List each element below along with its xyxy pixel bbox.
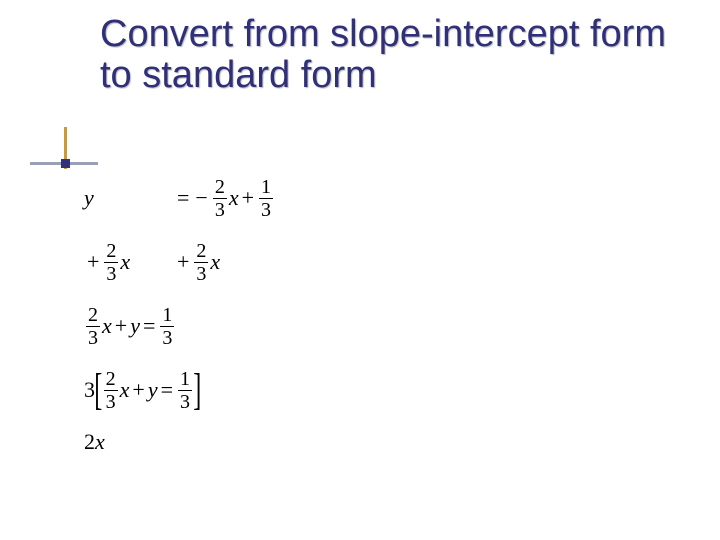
minus-sign: − <box>195 185 207 211</box>
plus-sign: + <box>177 249 189 275</box>
var-y: y <box>84 185 94 211</box>
eq-line-5: 2 x <box>84 428 275 456</box>
eq-line-2: + 2 3 x + 2 3 x <box>84 236 275 288</box>
var-x: x <box>120 377 130 403</box>
equals-sign: = <box>177 185 189 211</box>
right-bracket-icon: ] <box>193 368 201 412</box>
left-bracket-icon: [ <box>94 368 102 412</box>
plus-sign: + <box>242 185 254 211</box>
equals-sign: = <box>161 377 173 403</box>
fraction-2-3: 2 3 <box>86 305 100 348</box>
plus-sign: + <box>132 377 144 403</box>
equals-sign: = <box>143 313 155 339</box>
plus-sign: + <box>115 313 127 339</box>
fraction-2-3: 2 3 <box>104 241 118 284</box>
eq-line-1: y = − 2 3 x + 1 3 <box>84 172 275 224</box>
fraction-2-3: 2 3 <box>213 177 227 220</box>
var-y: y <box>130 313 140 339</box>
fraction-1-3: 1 3 <box>160 305 174 348</box>
decor-square <box>61 159 70 168</box>
slide: Convert from slope-intercept form to sta… <box>0 0 720 540</box>
var-x: x <box>102 313 112 339</box>
var-x: x <box>229 185 239 211</box>
slide-title: Convert from slope-intercept form to sta… <box>100 14 680 96</box>
eq-line-4: 3 [ 2 3 x + y = 1 3 ] <box>84 364 275 416</box>
eq-line-3: 2 3 x + y = 1 3 <box>84 300 275 352</box>
fraction-1-3: 1 3 <box>259 177 273 220</box>
var-x: x <box>210 249 220 275</box>
fraction-2-3: 2 3 <box>104 369 118 412</box>
math-content: y = − 2 3 x + 1 3 <box>84 172 275 468</box>
fraction-1-3: 1 3 <box>178 369 192 412</box>
coef-2: 2 <box>84 429 95 455</box>
var-y: y <box>148 377 158 403</box>
var-x: x <box>120 249 130 275</box>
fraction-2-3: 2 3 <box>194 241 208 284</box>
plus-sign: + <box>87 249 99 275</box>
var-x: x <box>95 429 105 455</box>
